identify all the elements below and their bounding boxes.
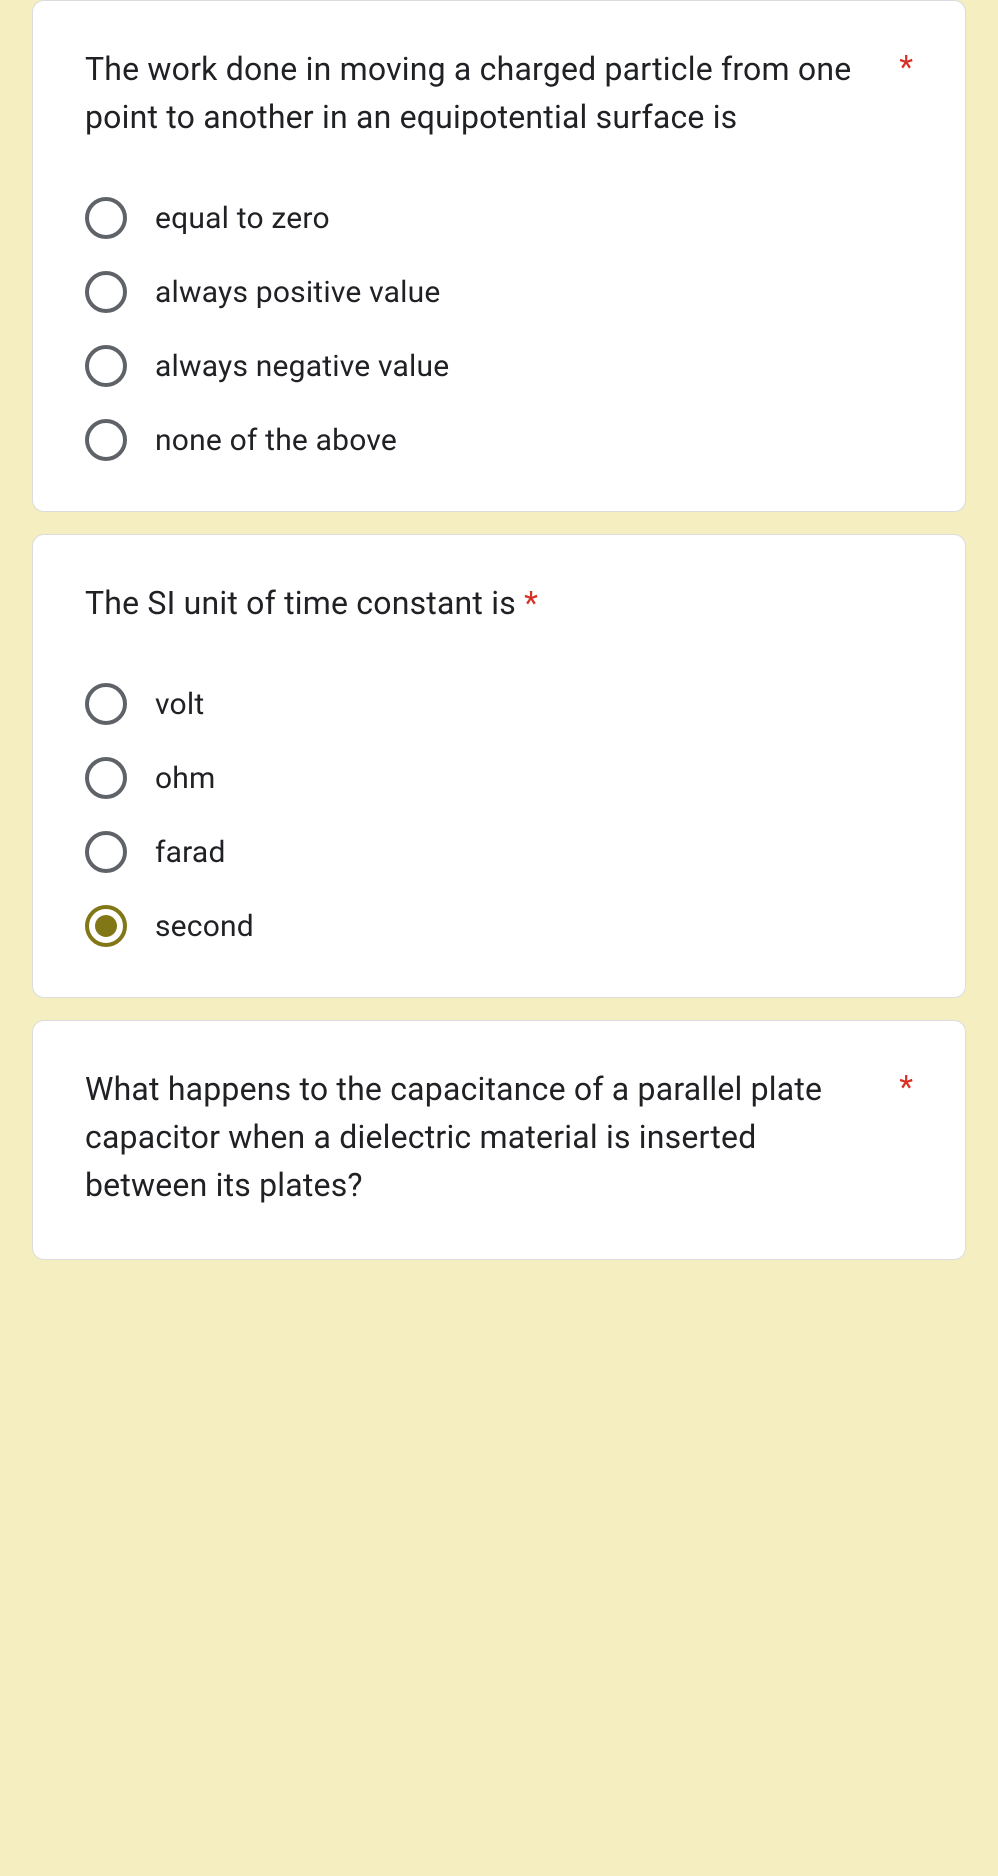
question-text: What happens to the capacitance of a par… xyxy=(85,1065,879,1209)
radio-option[interactable]: always negative value xyxy=(85,345,913,387)
question-header: The SI unit of time constant is * xyxy=(85,579,913,627)
required-asterisk-inline: * xyxy=(524,584,538,622)
radio-option[interactable]: equal to zero xyxy=(85,197,913,239)
radio-option[interactable]: second xyxy=(85,905,913,947)
option-label: none of the above xyxy=(155,423,397,458)
radio-icon xyxy=(85,757,127,799)
radio-icon xyxy=(85,271,127,313)
radio-icon xyxy=(85,345,127,387)
radio-option[interactable]: none of the above xyxy=(85,419,913,461)
question-text-content: The SI unit of time constant is xyxy=(85,584,516,622)
radio-icon xyxy=(85,419,127,461)
radio-option[interactable]: farad xyxy=(85,831,913,873)
option-label: volt xyxy=(155,687,204,722)
option-label: second xyxy=(155,909,254,944)
question-card-3: What happens to the capacitance of a par… xyxy=(32,1020,966,1260)
options-list: volt ohm farad second xyxy=(85,683,913,947)
radio-option[interactable]: always positive value xyxy=(85,271,913,313)
radio-icon-selected xyxy=(85,905,127,947)
radio-icon xyxy=(85,831,127,873)
option-label: always negative value xyxy=(155,349,449,384)
radio-icon xyxy=(85,197,127,239)
radio-icon xyxy=(85,683,127,725)
question-card-1: The work done in moving a charged partic… xyxy=(32,0,966,512)
question-text: The SI unit of time constant is * xyxy=(85,579,913,627)
question-header: What happens to the capacitance of a par… xyxy=(85,1065,913,1209)
options-list: equal to zero always positive value alwa… xyxy=(85,197,913,461)
radio-option[interactable]: ohm xyxy=(85,757,913,799)
required-asterisk: * xyxy=(899,1071,913,1103)
option-label: ohm xyxy=(155,761,216,796)
option-label: equal to zero xyxy=(155,201,330,236)
radio-option[interactable]: volt xyxy=(85,683,913,725)
required-asterisk: * xyxy=(899,51,913,83)
option-label: always positive value xyxy=(155,275,440,310)
question-text: The work done in moving a charged partic… xyxy=(85,45,879,141)
question-card-2: The SI unit of time constant is * volt o… xyxy=(32,534,966,998)
option-label: farad xyxy=(155,835,226,870)
question-header: The work done in moving a charged partic… xyxy=(85,45,913,141)
